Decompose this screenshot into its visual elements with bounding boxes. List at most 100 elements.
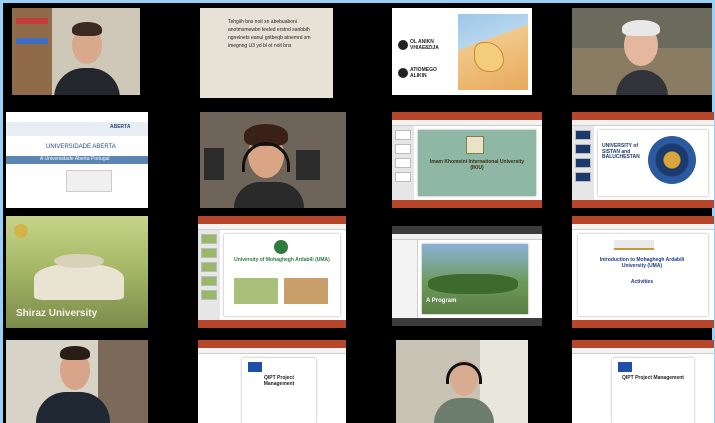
person-body bbox=[234, 182, 304, 208]
bookshelf-books-2 bbox=[16, 38, 48, 44]
ppt-side-panel bbox=[392, 240, 418, 318]
shared-slide-12[interactable]: Introduction to Mohaghegh Ardabili Unive… bbox=[572, 216, 714, 328]
logo-emblem-bottom bbox=[398, 68, 408, 78]
campus-trees bbox=[428, 274, 518, 294]
ppt-slide-canvas: QIPT Project Management bbox=[612, 358, 694, 423]
shared-slide-5[interactable]: ABERTA UNIVERSIDADE ABERTA A Universidad… bbox=[6, 112, 148, 208]
ppt-thumbnail[interactable] bbox=[575, 144, 591, 154]
ppt-thumbnail[interactable] bbox=[201, 290, 217, 300]
university-emblem bbox=[466, 136, 484, 154]
shared-slide-7[interactable]: Imam Khomeini International University (… bbox=[392, 112, 542, 208]
wall-frame-left bbox=[204, 148, 224, 180]
ppt-thumbnail[interactable] bbox=[395, 144, 411, 154]
shared-slide-8[interactable]: UNIVERSITY of SISTAN and BALUCHESTAN bbox=[572, 112, 714, 208]
ppt-titlebar bbox=[572, 340, 714, 348]
ppt-slide-canvas: UNIVERSITY of SISTAN and BALUCHESTAN bbox=[598, 130, 708, 196]
university-emblem bbox=[274, 240, 288, 254]
ppt-titlebar bbox=[572, 216, 714, 224]
eu-flag-icon bbox=[618, 362, 632, 372]
ppt-slide-canvas: University of Mohaghegh Ardabili (UMA) bbox=[224, 234, 340, 316]
slide-logo: ABERTA bbox=[110, 124, 131, 130]
slide-title: A Program bbox=[426, 298, 457, 304]
slide-title: Introduction to Mohaghegh Ardabili Unive… bbox=[599, 257, 685, 269]
logo-text-top: OL ANIKN VHIAE8ZIJA bbox=[410, 39, 439, 51]
person-body bbox=[54, 68, 120, 95]
shared-slide-11[interactable]: A Program bbox=[392, 226, 542, 326]
ppt-thumbnail[interactable] bbox=[395, 172, 411, 182]
ppt-slide-canvas: QIPT Project Management bbox=[242, 358, 316, 423]
participant-video-1[interactable] bbox=[12, 8, 140, 95]
ppt-slide-canvas: Imam Khomeini International University (… bbox=[418, 130, 536, 196]
slide-title: QIPT Project Management bbox=[263, 375, 295, 387]
eu-flag-icon bbox=[248, 362, 262, 372]
ppt-statusbar bbox=[572, 320, 714, 328]
ppt-titlebar bbox=[198, 340, 346, 348]
campus-building bbox=[34, 264, 124, 300]
ppt-ribbon bbox=[198, 348, 346, 354]
ppt-slide-canvas: A Program bbox=[422, 244, 528, 314]
slide-info-box bbox=[66, 170, 112, 192]
logo-emblem-top bbox=[398, 40, 408, 50]
slide-photo-right bbox=[284, 278, 328, 304]
ppt-ribbon bbox=[392, 120, 542, 126]
ppt-thumbnail[interactable] bbox=[201, 234, 217, 244]
ppt-titlebar bbox=[392, 226, 542, 234]
slide-title: UNIVERSITY of SISTAN and BALUCHESTAN bbox=[602, 143, 640, 160]
participant-video-13[interactable] bbox=[6, 340, 148, 423]
ppt-thumbnail[interactable] bbox=[395, 158, 411, 168]
person-hair bbox=[72, 22, 102, 36]
campus-building-roof bbox=[54, 254, 104, 268]
ppt-titlebar bbox=[392, 112, 542, 120]
shared-slide-14[interactable]: QIPT Project Management bbox=[198, 340, 346, 423]
ppt-statusbar bbox=[198, 320, 346, 328]
ppt-thumbnail[interactable] bbox=[575, 130, 591, 140]
image-caption: Shiraz University bbox=[16, 308, 98, 319]
headphones-icon bbox=[446, 362, 482, 384]
shared-slide-10[interactable]: University of Mohaghegh Ardabili (UMA) bbox=[198, 216, 346, 328]
slide-title: UNIVERSIDADE ABERTA bbox=[46, 144, 116, 150]
ppt-titlebar bbox=[572, 112, 714, 120]
ppt-thumbnail[interactable] bbox=[201, 262, 217, 272]
ppt-thumbnail[interactable] bbox=[201, 248, 217, 258]
ppt-thumbnails[interactable] bbox=[572, 126, 594, 200]
ppt-thumbnail[interactable] bbox=[395, 130, 411, 140]
slide-title: QIPT Project Management bbox=[622, 375, 684, 381]
slide-line-4: imegnng U3 yd bl ot noit bns bbox=[228, 43, 292, 49]
ppt-ribbon bbox=[572, 348, 714, 354]
ppt-ribbon bbox=[572, 224, 714, 230]
slide-photo-left bbox=[234, 278, 278, 304]
ppt-statusbar bbox=[392, 200, 542, 208]
slide-subtitle: Activities bbox=[630, 279, 654, 285]
logo-text-bottom: ATIOMEGO ALIKIN bbox=[410, 67, 437, 79]
person-hair bbox=[60, 346, 90, 360]
ppt-thumbnails[interactable] bbox=[198, 230, 220, 320]
wall-frame-right bbox=[296, 150, 320, 180]
ppt-statusbar bbox=[572, 200, 714, 208]
slide-title: University of Mohaghegh Ardabili (UMA) bbox=[234, 257, 330, 263]
ppt-slide-canvas: Introduction to Mohaghegh Ardabili Unive… bbox=[578, 234, 708, 316]
ppt-thumbnail[interactable] bbox=[575, 158, 591, 168]
slide-line-1: Tehgiih bns noit sn abebuaboni bbox=[228, 19, 297, 25]
ppt-thumbnails[interactable] bbox=[392, 126, 414, 200]
shared-slide-16[interactable]: QIPT Project Management bbox=[572, 340, 714, 423]
slide-line-2: anotmsmewbn teeled erstnd sanbbih bbox=[228, 27, 310, 33]
university-logo bbox=[614, 240, 654, 250]
slide-title: Imam Khomeini International University (… bbox=[429, 159, 525, 171]
university-emblem bbox=[14, 224, 28, 238]
slide-subtitle: A Universidade Aberta Portugal bbox=[40, 156, 110, 162]
shared-slide-3[interactable]: OL ANIKN VHIAE8ZIJA ATIOMEGO ALIKIN bbox=[392, 8, 532, 95]
video-conference-grid: Tehgiih bns noit sn abebuaboni anotmsmew… bbox=[0, 0, 715, 423]
ppt-titlebar bbox=[198, 216, 346, 224]
window-edge-left bbox=[0, 0, 3, 423]
ppt-thumbnail[interactable] bbox=[201, 276, 217, 286]
participant-video-6[interactable] bbox=[200, 112, 346, 208]
participant-video-15[interactable] bbox=[396, 340, 528, 423]
ppt-ribbon bbox=[198, 224, 346, 230]
ornament-pattern bbox=[648, 136, 696, 184]
shared-image-9[interactable]: Shiraz University bbox=[6, 216, 148, 328]
shared-slide-2[interactable]: Tehgiih bns noit sn abebuaboni anotmsmew… bbox=[200, 8, 333, 98]
ppt-thumbnail[interactable] bbox=[575, 172, 591, 182]
participant-video-4[interactable] bbox=[572, 8, 712, 95]
bookshelf-books bbox=[16, 18, 48, 24]
person-hair bbox=[622, 20, 660, 36]
